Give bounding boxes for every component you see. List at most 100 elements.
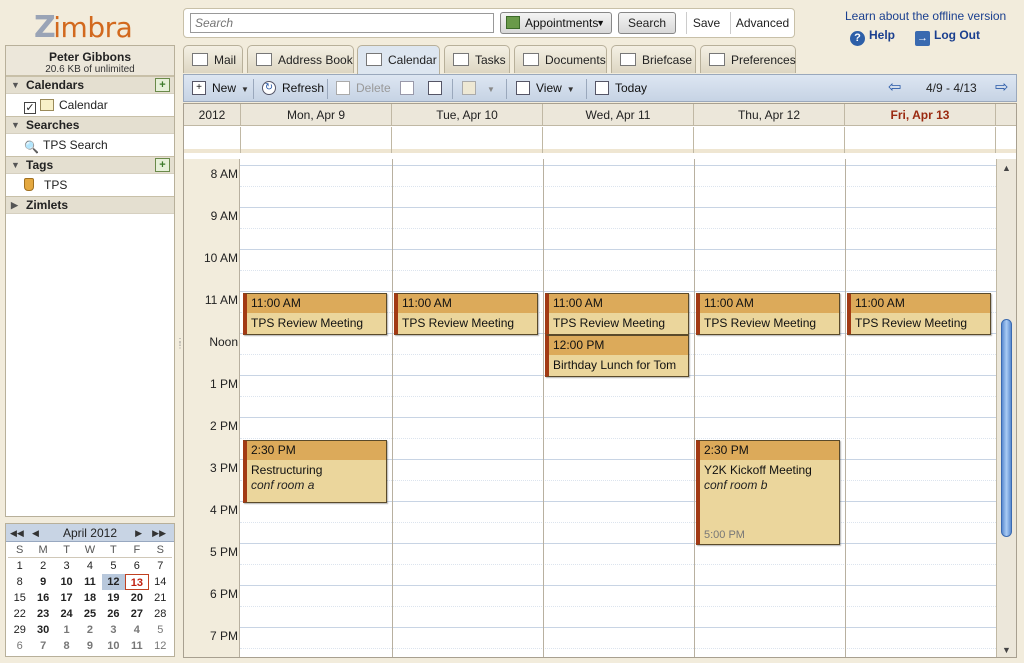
- day-header-wed[interactable]: Wed, Apr 11: [543, 104, 694, 126]
- scroll-up-arrow-icon[interactable]: ▲: [1002, 163, 1011, 173]
- calendar-scrollbar[interactable]: ▲ ▼: [996, 159, 1016, 657]
- mini-calendar-day[interactable]: 1: [8, 558, 31, 574]
- expand-triangle-icon[interactable]: ▼: [11, 117, 20, 134]
- tab-address-book[interactable]: Address Book: [247, 45, 354, 73]
- day-header-mon[interactable]: Mon, Apr 9: [241, 104, 392, 126]
- expand-triangle-icon[interactable]: ▼: [11, 157, 20, 174]
- all-day-cell[interactable]: [241, 127, 392, 153]
- tab-tasks[interactable]: Tasks: [444, 45, 510, 73]
- mini-calendar-day[interactable]: 16: [31, 590, 54, 606]
- appointment[interactable]: 11:00 AM TPS Review Meeting: [545, 293, 689, 335]
- mini-calendar-day[interactable]: 4: [78, 558, 101, 574]
- search-type-dropdown[interactable]: Appointments ▼: [500, 12, 612, 34]
- advanced-search-button[interactable]: Advanced: [730, 12, 794, 34]
- mini-calendar-day[interactable]: 12: [101, 574, 126, 590]
- prev-year-icon[interactable]: ◀◀: [10, 524, 24, 542]
- tree-item-tps-search[interactable]: 🔍 TPS Search: [6, 134, 174, 156]
- mini-calendar-day[interactable]: 29: [8, 622, 31, 638]
- appointment[interactable]: 11:00 AM TPS Review Meeting: [696, 293, 840, 335]
- new-button[interactable]: + New ▼: [190, 80, 249, 98]
- mini-calendar-day[interactable]: 6: [8, 638, 31, 654]
- prev-month-icon[interactable]: ◀: [32, 524, 39, 542]
- mini-calendar-day[interactable]: 13: [125, 574, 149, 590]
- tab-mail[interactable]: Mail: [183, 45, 243, 73]
- mini-calendar-day[interactable]: 3: [102, 622, 125, 638]
- mini-calendar-day[interactable]: 27: [125, 606, 148, 622]
- day-header-fri-today[interactable]: Fri, Apr 13: [845, 104, 996, 126]
- tags-header[interactable]: ▼ Tags +: [6, 156, 174, 174]
- prev-week-arrow-icon[interactable]: ⇦: [888, 79, 901, 97]
- scroll-down-arrow-icon[interactable]: ▼: [1002, 645, 1011, 655]
- view-button[interactable]: View ▼: [514, 80, 575, 98]
- mini-calendar-day[interactable]: 5: [102, 558, 125, 574]
- all-day-cell[interactable]: [845, 127, 996, 153]
- mini-calendar-day[interactable]: 2: [31, 558, 54, 574]
- mini-calendar-day[interactable]: 26: [102, 606, 125, 622]
- appointment[interactable]: 12:00 PM Birthday Lunch for Tom: [545, 335, 689, 377]
- next-month-icon[interactable]: ▶: [135, 524, 142, 542]
- searches-header[interactable]: ▼ Searches: [6, 116, 174, 134]
- appointment[interactable]: 2:30 PM Restructuring conf room a: [243, 440, 387, 503]
- mini-calendar-day[interactable]: 6: [125, 558, 148, 574]
- mini-calendar-day[interactable]: 21: [149, 590, 172, 606]
- chevron-down-icon[interactable]: ▼: [567, 85, 575, 94]
- calendar-checkbox[interactable]: ✓: [24, 102, 36, 114]
- mini-calendar-day[interactable]: 10: [102, 638, 125, 654]
- mini-calendar-day[interactable]: 2: [78, 622, 101, 638]
- chevron-down-icon[interactable]: ▼: [487, 85, 495, 94]
- mini-calendar-day[interactable]: 10: [55, 574, 78, 590]
- appointment[interactable]: 11:00 AM TPS Review Meeting: [394, 293, 538, 335]
- mini-calendar-day[interactable]: 12: [149, 638, 172, 654]
- mini-calendar-day[interactable]: 25: [78, 606, 101, 622]
- mini-calendar-day[interactable]: 18: [78, 590, 101, 606]
- help-link[interactable]: ? Help: [850, 28, 895, 46]
- refresh-button[interactable]: ↻ Refresh: [260, 80, 324, 96]
- mini-calendar-day[interactable]: 1: [55, 622, 78, 638]
- mini-calendar-day[interactable]: 17: [55, 590, 78, 606]
- mini-calendar-day[interactable]: 5: [149, 622, 172, 638]
- mini-calendar-day[interactable]: 11: [125, 638, 148, 654]
- mini-calendar-day[interactable]: 20: [125, 590, 148, 606]
- tab-preferences[interactable]: Preferences: [700, 45, 796, 73]
- mini-calendar-day[interactable]: 7: [149, 558, 172, 574]
- search-input[interactable]: [190, 13, 494, 33]
- mini-calendar-day[interactable]: 19: [102, 590, 125, 606]
- scrollbar-thumb[interactable]: [1001, 319, 1012, 537]
- mini-calendar-day[interactable]: 30: [31, 622, 54, 638]
- next-week-arrow-icon[interactable]: ⇨: [995, 79, 1008, 97]
- zimlets-header[interactable]: ▶ Zimlets: [6, 196, 174, 214]
- mini-calendar-day[interactable]: 24: [55, 606, 78, 622]
- day-header-thu[interactable]: Thu, Apr 12: [694, 104, 845, 126]
- mini-calendar-day[interactable]: 23: [31, 606, 54, 622]
- day-header-tue[interactable]: Tue, Apr 10: [392, 104, 543, 126]
- mini-calendar-day[interactable]: 8: [8, 574, 31, 590]
- delete-button[interactable]: Delete: [334, 80, 391, 96]
- appointment[interactable]: 11:00 AM TPS Review Meeting: [847, 293, 991, 335]
- appointment[interactable]: 2:30 PM Y2K Kickoff Meeting conf room b 5:0…: [696, 440, 840, 545]
- mini-calendar-day[interactable]: 4: [125, 622, 148, 638]
- mini-calendar-day[interactable]: 8: [55, 638, 78, 654]
- tab-briefcase[interactable]: Briefcase: [611, 45, 696, 73]
- all-day-cell[interactable]: [392, 127, 543, 153]
- collapsed-triangle-icon[interactable]: ▶: [11, 197, 18, 214]
- mini-calendar-day[interactable]: 9: [78, 638, 101, 654]
- next-year-icon[interactable]: ▶▶: [152, 524, 166, 542]
- expand-triangle-icon[interactable]: ▼: [11, 77, 20, 94]
- tab-calendar[interactable]: Calendar: [357, 45, 440, 75]
- mini-calendar-day[interactable]: 3: [55, 558, 78, 574]
- tab-documents[interactable]: Documents: [514, 45, 607, 73]
- appointment[interactable]: 11:00 AM TPS Review Meeting: [243, 293, 387, 335]
- add-calendar-icon[interactable]: +: [155, 78, 170, 92]
- tree-item-tag-tps[interactable]: TPS: [6, 174, 174, 196]
- mini-calendar-day[interactable]: 22: [8, 606, 31, 622]
- search-button[interactable]: Search: [618, 12, 676, 34]
- mini-calendar-day[interactable]: 14: [149, 574, 172, 590]
- chevron-down-icon[interactable]: ▼: [241, 85, 249, 94]
- logout-link[interactable]: → Log Out: [915, 28, 980, 46]
- all-day-cell[interactable]: [694, 127, 845, 153]
- add-tag-icon[interactable]: +: [155, 158, 170, 172]
- time-grid[interactable]: 8 AM 9 AM 10 AM 11 AM Noon 1 PM 2 PM 3 PM 4 PM 5 …: [184, 159, 1016, 657]
- mini-calendar-day[interactable]: 9: [31, 574, 54, 590]
- save-search-button[interactable]: Save: [686, 12, 726, 34]
- mini-calendar-day[interactable]: 15: [8, 590, 31, 606]
